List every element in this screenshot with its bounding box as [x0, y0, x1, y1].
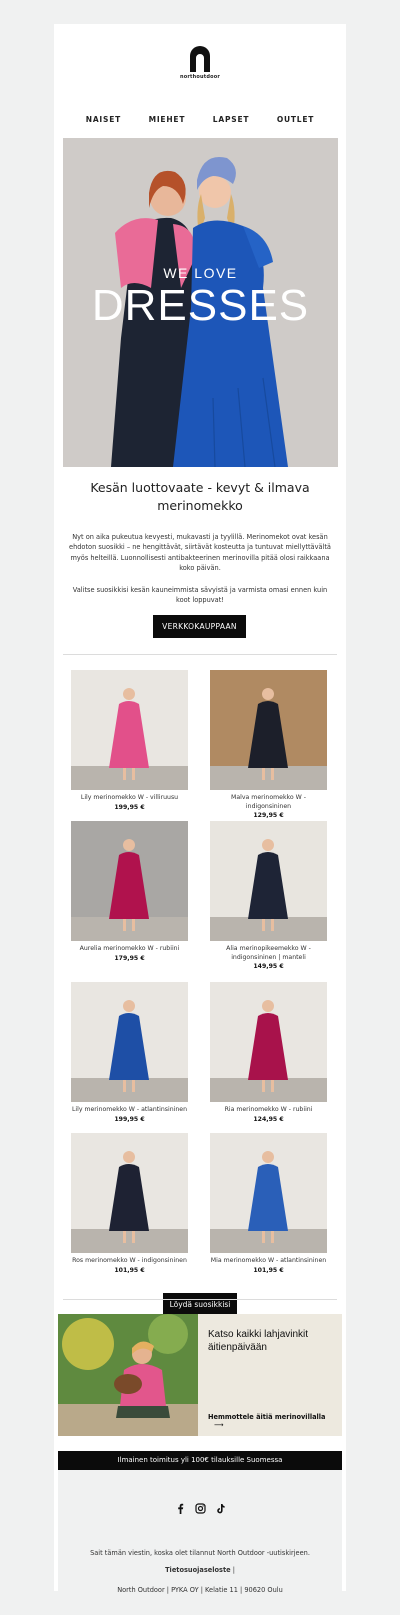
promo-link[interactable]: Hemmottele äitiä merinovillalla ⟶ — [208, 1413, 342, 1429]
newsletter-card: northoutdoor NAISET MIEHET LAPSET OUTLET — [54, 24, 346, 1594]
product-price: 124,95 € — [253, 1115, 284, 1123]
product-name[interactable]: Alia merinopikeemekko W - indigonsininen… — [210, 945, 327, 962]
promo-banner[interactable]: Katso kaikki lahjavinkit äitienpäivään H… — [58, 1314, 342, 1436]
product-price: 129,95 € — [253, 812, 284, 819]
promo-image — [58, 1314, 198, 1436]
product-image — [71, 1133, 188, 1253]
product-card[interactable]: Ria merinomekko W - rubiini 124,95 € — [210, 982, 327, 1123]
north-outdoor-logo-icon — [190, 46, 210, 72]
footer: Sait tämän viestin, koska olet tilannut … — [58, 1470, 342, 1594]
product-price: 179,95 € — [114, 954, 145, 962]
nav-item-miehet[interactable]: MIEHET — [149, 115, 186, 124]
product-card[interactable]: Mia merinomekko W - atlantinsininen 101,9… — [210, 1133, 327, 1274]
instagram-icon[interactable] — [194, 1499, 206, 1514]
product-image — [210, 821, 327, 941]
product-name[interactable]: Malva merinomekko W - indigonsininen — [210, 794, 327, 811]
hero-image: WE LOVE DRESSES — [63, 138, 338, 467]
hero-line-2: DRESSES — [91, 281, 310, 330]
intro-paragraph-1: Nyt on aika pukeutua kevyesti, mukavasti… — [69, 533, 331, 573]
promo-photo — [58, 1314, 198, 1436]
product-price: 199,95 € — [114, 803, 145, 811]
tiktok-icon[interactable] — [215, 1499, 226, 1514]
product-name[interactable]: Lily merinomekko W - villiruusu — [71, 794, 188, 803]
facebook-icon[interactable] — [175, 1499, 186, 1514]
product-card[interactable]: Malva merinomekko W - indigonsininen 129,… — [210, 670, 327, 819]
intro-headline: Kesän luottovaate - kevyt & ilmava merin… — [90, 480, 310, 513]
product-card[interactable]: Lily merinomekko W - villiruusu 199,95 € — [71, 670, 188, 811]
promo-link-text: Hemmottele äitiä merinovillalla — [208, 1413, 326, 1421]
footer-privacy-row: Tietosuojaseloste | — [58, 1566, 342, 1574]
divider — [63, 1299, 337, 1300]
separator: | — [232, 1566, 235, 1574]
shipping-bar: Ilmainen toimitus yli 100€ tilauksille S… — [58, 1451, 342, 1470]
shop-button[interactable]: VERKKOKAUPPAAN — [153, 615, 246, 638]
nav-item-outlet[interactable]: OUTLET — [277, 115, 314, 124]
product-name[interactable]: Ros merinomekko W - indigonsininen — [71, 1257, 188, 1266]
logo-text: northoutdoor — [179, 74, 221, 80]
privacy-link[interactable]: Tietosuojaseloste — [165, 1566, 231, 1574]
product-name[interactable]: Lily merinomekko W - atlantinsininen — [71, 1106, 188, 1115]
product-image — [210, 670, 327, 790]
product-image — [71, 982, 188, 1102]
product-card[interactable]: Ros merinomekko W - indigonsininen 101,95… — [71, 1133, 188, 1274]
intro-paragraph-2: Valitse suosikkisi kesän kauneimmista sä… — [72, 586, 328, 605]
divider — [63, 654, 337, 655]
promo-title: Katso kaikki lahjavinkit äitienpäivään — [208, 1329, 309, 1353]
find-favorites-button[interactable]: Löydä suosikkisi — [163, 1293, 237, 1316]
product-price: 101,95 € — [114, 1266, 145, 1274]
brand-logo[interactable]: northoutdoor — [54, 46, 346, 80]
product-card[interactable]: Aurelia merinomekko W - rubiini 179,95 € — [71, 821, 188, 962]
product-image — [71, 821, 188, 941]
footer-address: North Outdoor | PYKA OY | Kelatie 11 | 9… — [117, 1586, 283, 1594]
arrow-right-icon: ⟶ — [214, 1421, 224, 1429]
product-image — [71, 670, 188, 790]
product-card[interactable]: Alia merinopikeemekko W - indigonsininen… — [210, 821, 327, 970]
product-image — [210, 1133, 327, 1253]
hero-banner[interactable]: WE LOVE DRESSES — [63, 138, 338, 467]
product-name[interactable]: Ria merinomekko W - rubiini — [210, 1106, 327, 1115]
hero-line-1: WE LOVE — [163, 265, 238, 281]
product-price: 199,95 € — [114, 1115, 145, 1123]
main-nav: NAISET MIEHET LAPSET OUTLET — [54, 115, 346, 124]
product-card[interactable]: Lily merinomekko W - atlantinsininen 199,… — [71, 982, 188, 1123]
product-image — [210, 982, 327, 1102]
footer-notice: Sait tämän viestin, koska olet tilannut … — [90, 1549, 310, 1557]
nav-item-naiset[interactable]: NAISET — [86, 115, 121, 124]
product-price: 101,95 € — [253, 1266, 284, 1274]
product-name[interactable]: Mia merinomekko W - atlantinsininen — [210, 1257, 327, 1266]
product-price: 149,95 € — [253, 963, 284, 970]
product-name[interactable]: Aurelia merinomekko W - rubiini — [71, 945, 188, 954]
social-links — [58, 1499, 342, 1514]
nav-item-lapset[interactable]: LAPSET — [213, 115, 250, 124]
